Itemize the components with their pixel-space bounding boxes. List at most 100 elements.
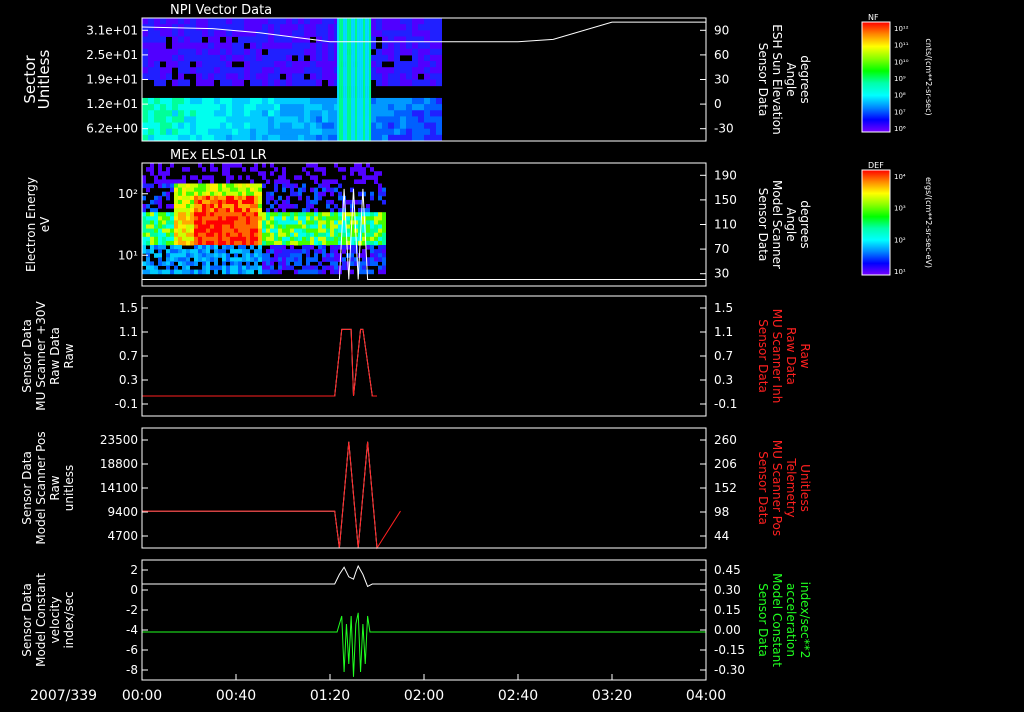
heatmap-cell (388, 54, 394, 62)
right-tick-label: 260 (714, 433, 737, 447)
heatmap-cell (232, 79, 238, 87)
heatmap-cell (280, 128, 286, 136)
heatmap-cell (234, 183, 238, 189)
heatmap-cell (142, 269, 146, 275)
heatmap-cell (238, 175, 242, 180)
heatmap-cell (376, 30, 382, 37)
heatmap-cell (286, 195, 290, 201)
heatmap-cell (234, 187, 238, 193)
heatmap-cell (266, 240, 270, 246)
heatmap-cell (182, 240, 186, 246)
heatmap-cell (208, 48, 214, 56)
heatmap-cell (202, 249, 206, 254)
heatmap-cell (206, 187, 210, 193)
heatmap-cell (354, 163, 358, 168)
heatmap-cell (246, 257, 250, 262)
heatmap-cell (254, 163, 258, 168)
heatmap-cell (242, 240, 246, 246)
heatmap-cell (238, 245, 242, 250)
heatmap-cell (238, 42, 244, 50)
heatmap-cell (278, 236, 282, 242)
left-axis-label: Sensor Data MU Scanner +30V Raw Data Raw (20, 301, 76, 411)
heatmap-cell (350, 269, 354, 275)
heatmap-cell (292, 104, 298, 111)
heatmap-cell (278, 249, 282, 254)
heatmap-cell (436, 24, 442, 31)
heatmap-cell (222, 220, 226, 225)
heatmap-cell (370, 232, 374, 238)
heatmap-cell (298, 116, 304, 124)
heatmap-cell (234, 204, 238, 209)
heatmap-cell (158, 220, 162, 225)
heatmap-cell (170, 249, 174, 254)
heatmap-cell (158, 269, 162, 275)
heatmap-cell (154, 110, 160, 117)
heatmap-cell (382, 110, 388, 117)
heatmap-cell (250, 191, 254, 197)
heatmap-cell (206, 212, 210, 217)
heatmap-cell (210, 208, 214, 213)
heatmap-cell (184, 67, 190, 74)
heatmap-cell (382, 191, 386, 197)
heatmap-cell (234, 232, 238, 238)
heatmap-cell (256, 48, 262, 56)
colorbar-tick-label: 10¹ (894, 268, 906, 276)
heatmap-cell (406, 73, 412, 80)
heatmap-cell (330, 187, 334, 193)
heatmap-cell (310, 265, 314, 271)
heatmap-cell (232, 122, 238, 130)
heatmap-cell (244, 67, 250, 74)
heatmap-cell (214, 269, 218, 275)
heatmap-cell (304, 104, 310, 111)
heatmap-cell (214, 249, 218, 254)
heatmap-cell (174, 245, 178, 250)
heatmap-cell (150, 249, 154, 254)
heatmap-cell (234, 228, 238, 234)
heatmap-cell (218, 236, 222, 242)
heatmap-cell (226, 265, 230, 271)
heatmap-cell (154, 269, 158, 275)
heatmap-cell (202, 183, 206, 189)
heatmap-cell (158, 204, 162, 209)
heatmap-cell (298, 191, 302, 197)
heatmap-cell (316, 73, 322, 80)
heatmap-cell (430, 24, 436, 31)
heatmap-cell (174, 220, 178, 225)
heatmap-cell (190, 67, 196, 74)
heatmap-cell (198, 187, 202, 193)
heatmap-cell (362, 249, 366, 254)
heatmap-cell (146, 204, 150, 209)
heatmap-cell (166, 220, 170, 225)
heatmap-cell (342, 167, 346, 172)
heatmap-cell (302, 224, 306, 230)
heatmap-cell (206, 253, 210, 258)
heatmap-cell (182, 253, 186, 258)
heatmap-cell (194, 261, 198, 266)
left-tick-label: -4 (126, 623, 138, 637)
heatmap-cell (286, 179, 290, 184)
colorbar-tick-label: 10³ (894, 205, 906, 213)
heatmap-cell (436, 104, 442, 111)
heatmap-cell (326, 216, 330, 221)
heatmap-cell (232, 104, 238, 111)
heatmap-cell (182, 191, 186, 197)
heatmap-cell (298, 24, 304, 31)
left-tick-label: 0 (130, 583, 138, 597)
heatmap-cell (298, 187, 302, 193)
heatmap-cell (376, 73, 382, 80)
heatmap-cell (178, 199, 182, 205)
right-axis-label: Sensor Data ESH Sun Elevation Angle degrees (756, 24, 812, 134)
heatmap-cell (334, 245, 338, 250)
heatmap-cell (394, 97, 400, 105)
heatmap-cell (294, 191, 298, 197)
heatmap-cell (334, 240, 338, 246)
heatmap-cell (174, 228, 178, 234)
right-axis-label: Sensor Data Model Scanner Angle degrees (756, 180, 812, 269)
heatmap-cell (160, 116, 166, 124)
heatmap-cell (388, 18, 394, 25)
heatmap-cell (222, 257, 226, 262)
heatmap-cell (314, 253, 318, 258)
heatmap-cell (170, 220, 174, 225)
heatmap-cell (166, 30, 172, 37)
heatmap-cell (378, 191, 382, 197)
